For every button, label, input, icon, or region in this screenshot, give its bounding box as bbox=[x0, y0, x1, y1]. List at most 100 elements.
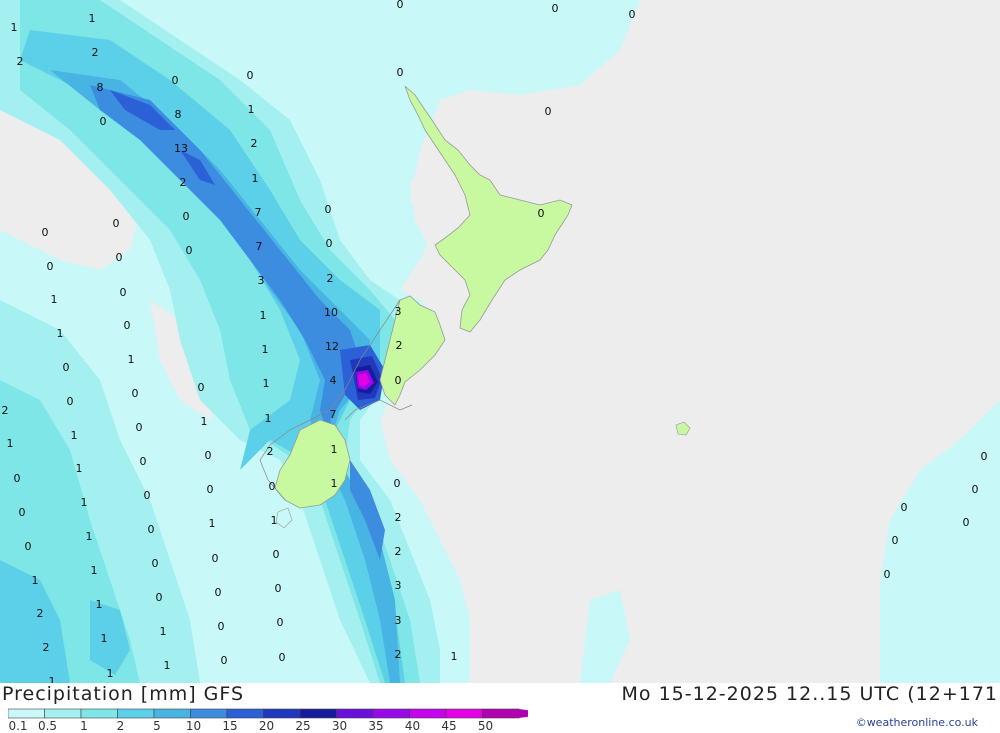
precip-value-label: 1 bbox=[331, 477, 338, 490]
precip-value-label: 0 bbox=[120, 286, 127, 299]
precip-value-label: 1 bbox=[201, 415, 208, 428]
precip-value-label: 0 bbox=[545, 105, 552, 118]
precip-value-label: 2 bbox=[395, 511, 402, 524]
precip-value-label: 1 bbox=[271, 514, 278, 527]
precip-value-label: 0 bbox=[395, 374, 402, 387]
legend-swatch bbox=[482, 708, 520, 719]
precip-value-label: 1 bbox=[11, 21, 18, 34]
precip-value-label: 1 bbox=[86, 530, 93, 543]
precip-value-label: 1 bbox=[96, 598, 103, 611]
precip-value-label: 2 bbox=[17, 55, 24, 68]
precip-value-label: 2 bbox=[2, 404, 9, 417]
precip-value-label: 0 bbox=[884, 568, 891, 581]
legend-swatch bbox=[80, 708, 118, 719]
precip-value-label: 1 bbox=[57, 327, 64, 340]
precip-value-label: 1 bbox=[49, 675, 56, 683]
precip-value-label: 1 bbox=[71, 429, 78, 442]
precip-value-label: 3 bbox=[395, 579, 402, 592]
precip-value-label: 0 bbox=[212, 552, 219, 565]
chart-title: Precipitation [mm] GFS bbox=[2, 683, 245, 705]
precip-value-label: 0 bbox=[629, 8, 636, 21]
precip-value-label: 0 bbox=[19, 506, 26, 519]
precip-value-label: 1 bbox=[451, 650, 458, 663]
precip-value-label: 13 bbox=[174, 142, 188, 155]
legend-label: 15 bbox=[222, 719, 237, 732]
precip-value-label: 1 bbox=[248, 103, 255, 116]
precip-value-label: 1 bbox=[164, 659, 171, 672]
precip-value-label: 0 bbox=[152, 557, 159, 570]
precip-value-label: 1 bbox=[7, 437, 14, 450]
precip-value-label: 3 bbox=[258, 274, 265, 287]
legend-label: 5 bbox=[153, 719, 161, 732]
precip-value-label: 2 bbox=[251, 137, 258, 150]
precip-value-label: 0 bbox=[136, 421, 143, 434]
legend-swatch bbox=[263, 708, 301, 719]
precip-value-label: 0 bbox=[67, 395, 74, 408]
precip-value-label: 0 bbox=[47, 260, 54, 273]
legend-swatch bbox=[44, 708, 82, 719]
legend-label: 30 bbox=[332, 719, 347, 732]
precip-value-label: 0 bbox=[207, 483, 214, 496]
precip-value-label: 0 bbox=[113, 217, 120, 230]
precipitation-map: 112280 080113 22 10 7 0000 7 0003 2011 10 3011 12 21… bbox=[0, 0, 1000, 683]
precip-value-label: 0 bbox=[140, 455, 147, 468]
precip-value-label: 1 bbox=[32, 574, 39, 587]
precip-value-label: 1 bbox=[260, 309, 267, 322]
precip-value-label: 0 bbox=[972, 483, 979, 496]
legend-swatch bbox=[372, 708, 410, 719]
precip-value-label: 7 bbox=[255, 206, 262, 219]
legend-swatch bbox=[117, 708, 155, 719]
precip-value-label: 1 bbox=[101, 632, 108, 645]
precip-value-label: 0 bbox=[963, 516, 970, 529]
legend-label: 2 bbox=[117, 719, 125, 732]
precip-value-label: 1 bbox=[331, 443, 338, 456]
precip-value-label: 0 bbox=[326, 237, 333, 250]
footer-bar: Precipitation [mm] GFS Mo 15-12-2025 12.… bbox=[0, 683, 1000, 733]
precip-value-label: 0 bbox=[124, 319, 131, 332]
legend-swatch bbox=[336, 708, 374, 719]
legend-swatch bbox=[153, 708, 191, 719]
precip-value-label: 2 bbox=[327, 272, 334, 285]
legend-arrow bbox=[519, 709, 528, 718]
precip-value-label: 0 bbox=[183, 210, 190, 223]
precip-value-label: 0 bbox=[397, 66, 404, 79]
precip-value-label: 0 bbox=[172, 74, 179, 87]
precip-value-label: 0 bbox=[247, 69, 254, 82]
precip-value-label: 0 bbox=[538, 207, 545, 220]
legend-label: 40 bbox=[405, 719, 420, 732]
precip-value-label: 2 bbox=[396, 339, 403, 352]
precip-value-label: 0 bbox=[221, 654, 228, 667]
precip-value-label: 1 bbox=[76, 462, 83, 475]
precip-value-label: 0 bbox=[205, 449, 212, 462]
precip-value-label: 10 bbox=[324, 306, 338, 319]
precip-value-label: 0 bbox=[42, 226, 49, 239]
precip-value-label: 7 bbox=[330, 408, 337, 421]
precip-value-label: 8 bbox=[97, 81, 104, 94]
legend-label: 50 bbox=[478, 719, 493, 732]
legend-label: 0.1 bbox=[8, 719, 27, 732]
legend-swatch bbox=[445, 708, 483, 719]
legend-swatch bbox=[226, 708, 264, 719]
precip-value-label: 0 bbox=[277, 616, 284, 629]
legend-label: 1 bbox=[80, 719, 88, 732]
precip-value-label: 0 bbox=[144, 489, 151, 502]
precip-value-label: 1 bbox=[252, 172, 259, 185]
legend-label: 10 bbox=[186, 719, 201, 732]
precip-value-label: 0 bbox=[148, 523, 155, 536]
precip-value-label: 0 bbox=[981, 450, 988, 463]
legend-swatch bbox=[299, 708, 337, 719]
precip-value-label: 0 bbox=[215, 586, 222, 599]
precip-value-label: 0 bbox=[156, 591, 163, 604]
legend-swatch bbox=[8, 708, 45, 719]
precip-value-label: 0 bbox=[275, 582, 282, 595]
precip-value-label: 0 bbox=[63, 361, 70, 374]
credit-link[interactable]: ©weatheronline.co.uk bbox=[856, 716, 978, 729]
precip-value-label: 0 bbox=[25, 540, 32, 553]
precip-value-label: 2 bbox=[267, 445, 274, 458]
valid-time: Mo 15-12-2025 12..15 UTC (12+171 bbox=[621, 683, 998, 705]
precip-value-label: 0 bbox=[186, 244, 193, 257]
precip-value-label: 1 bbox=[262, 343, 269, 356]
precip-value-label: 0 bbox=[552, 2, 559, 15]
precip-value-label: 2 bbox=[43, 641, 50, 654]
precip-value-label: 0 bbox=[273, 548, 280, 561]
